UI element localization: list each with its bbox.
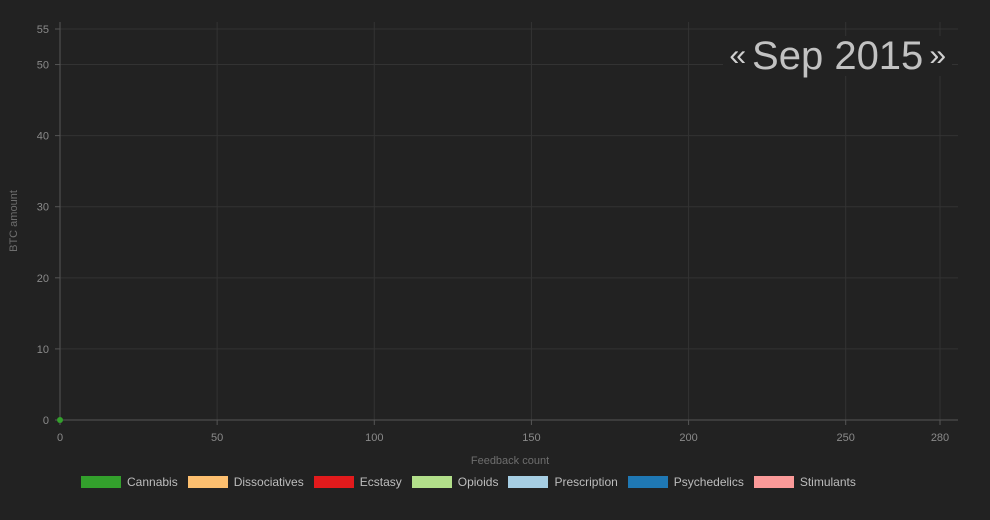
y-tick-label: 55 [37,24,49,36]
x-tick-label: 250 [837,432,855,444]
legend-swatch [411,476,452,488]
legend-swatch [508,476,549,488]
previous-period-button[interactable]: « [729,41,746,71]
legend-label: Opioids [457,475,499,489]
legend-item[interactable]: Dissociatives [187,475,304,489]
legend-label: Ecstasy [359,475,402,489]
legend-item[interactable]: Prescription [508,475,618,489]
legend-item[interactable]: Opioids [411,475,499,489]
x-tick-label: 150 [522,432,540,444]
legend-item[interactable]: Cannabis [81,475,178,489]
legend-swatch [753,476,794,488]
data-point[interactable] [57,417,63,423]
period-label: Sep 2015 [752,34,924,78]
grid-lines [60,22,958,420]
next-period-button[interactable]: » [929,41,946,71]
y-tick-label: 0 [43,415,49,427]
x-tick-label: 200 [679,432,697,444]
y-tick-label: 20 [37,273,49,285]
x-tick-label: 50 [211,432,223,444]
legend-item[interactable]: Psychedelics [627,475,744,489]
x-axis-title: Feedback count [471,455,549,467]
x-tick-label: 280 [931,432,949,444]
axes [55,22,958,425]
x-tick-label: 100 [365,432,383,444]
legend-label: Prescription [554,475,618,489]
data-points [57,417,63,423]
y-tick-label: 40 [37,131,49,143]
chart-legend: Cannabis Dissociatives Ecstasy Opioids Presc… [81,475,866,489]
legend-item[interactable]: Stimulants [753,475,856,489]
legend-label: Stimulants [799,475,856,489]
y-tick-label: 30 [37,202,49,214]
legend-label: Psychedelics [673,475,744,489]
y-tick-label: 50 [37,60,49,72]
legend-item[interactable]: Ecstasy [313,475,402,489]
legend-swatch [627,476,668,488]
legend-swatch [313,476,354,488]
legend-label: Dissociatives [233,475,304,489]
y-axis-title: BTC amount [8,190,20,252]
x-tick-label: 0 [57,432,63,444]
y-tick-label: 10 [37,344,49,356]
legend-swatch [187,476,228,488]
tick-labels: 0 50 100 150 200 250 280 0 10 20 30 40 50 55 [37,24,949,444]
legend-swatch [81,476,121,488]
legend-label: Cannabis [127,475,178,489]
period-selector: « Sep 2015 » [723,36,952,76]
